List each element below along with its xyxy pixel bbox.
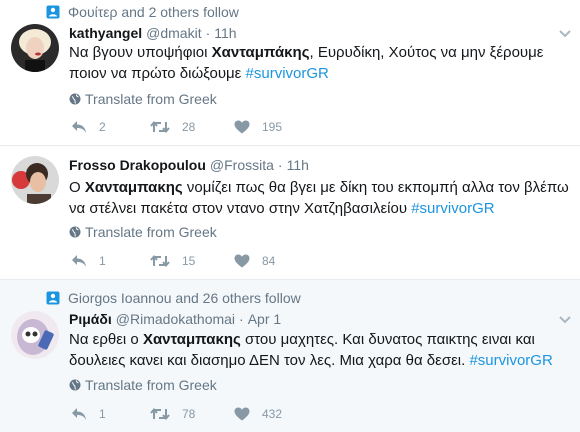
display-name[interactable]: Frosso Drakopoulou [69, 157, 206, 173]
hashtag-link[interactable]: #survivorGR [469, 352, 552, 369]
tweet-text-bold: Χανταμπακης [142, 331, 241, 348]
social-context: Φουίτερ and 2 others follow [46, 3, 239, 21]
reply-button[interactable]: 1 [71, 252, 106, 270]
tweet[interactable]: Giorgos Ioannou and 26 others follow Ριμ… [0, 280, 580, 432]
retweet-count: 15 [182, 254, 196, 268]
reply-count: 2 [99, 120, 106, 134]
reply-button[interactable]: 1 [71, 405, 106, 423]
retweet-icon [150, 254, 170, 268]
reply-icon [72, 408, 86, 420]
like-count: 84 [262, 254, 276, 268]
avatar[interactable] [11, 24, 59, 72]
reply-icon [72, 255, 86, 267]
tweet-text-bold: Χανταμπάκης [211, 44, 310, 61]
translate-label: Translate from Greek [85, 377, 217, 393]
heart-icon [234, 254, 250, 268]
timestamp[interactable]: Apr 1 [248, 311, 281, 327]
social-context: Giorgos Ioannou and 26 others follow [46, 289, 301, 307]
translate-link[interactable]: Translate from Greek [69, 223, 217, 241]
globe-icon [69, 93, 81, 105]
retweet-button[interactable]: 28 [150, 118, 195, 136]
retweet-icon [150, 407, 170, 421]
tweet-header: Frosso Drakopoulou @Frossita · 11h [69, 156, 309, 174]
tweet-header: kathyangel @dmakit · 11h [69, 24, 237, 42]
reply-count: 1 [99, 254, 106, 268]
user-handle[interactable]: @Frossita [210, 157, 274, 173]
hashtag-link[interactable]: #survivorGR [246, 65, 329, 82]
chevron-down-icon[interactable] [558, 29, 572, 39]
hashtag-link[interactable]: #survivorGR [411, 200, 494, 217]
avatar[interactable] [11, 156, 59, 204]
retweet-count: 78 [182, 407, 196, 421]
follow-person-icon [46, 5, 60, 19]
tweet-text-part: Να βγουν υποψήφιοι [69, 44, 212, 61]
avatar[interactable] [11, 311, 59, 359]
tweet-text-part: Ο [69, 179, 85, 196]
chevron-down-icon[interactable] [558, 315, 572, 325]
reply-count: 1 [99, 407, 106, 421]
reply-button[interactable]: 2 [71, 118, 106, 136]
retweet-icon [150, 120, 170, 134]
translate-label: Translate from Greek [85, 91, 217, 107]
tweet-text-part: Να ερθει ο [69, 331, 143, 348]
globe-icon [69, 379, 81, 391]
reply-icon [72, 121, 86, 133]
like-button[interactable]: 195 [234, 118, 282, 136]
user-handle[interactable]: @Rimadokathomai [116, 311, 235, 327]
tweet-text: Ο Χανταμπακης νομίζει πως θα βγει με δίκ… [69, 177, 575, 219]
translate-label: Translate from Greek [85, 224, 217, 240]
like-button[interactable]: 84 [234, 252, 275, 270]
heart-icon [234, 120, 250, 134]
follow-person-icon [46, 291, 60, 305]
tweet-text: Να ερθει ο Χανταμπακης στου μαχητες. Και… [69, 329, 575, 371]
social-context-text[interactable]: Giorgos Ioannou and 26 others follow [68, 290, 301, 306]
tweet[interactable]: Frosso Drakopoulou @Frossita · 11h Ο Χαν… [0, 146, 580, 280]
translate-link[interactable]: Translate from Greek [69, 376, 217, 394]
display-name[interactable]: Ριμάδι [69, 311, 112, 327]
heart-icon [234, 407, 250, 421]
avatar-image [11, 156, 59, 204]
user-handle[interactable]: @dmakit [146, 25, 201, 41]
retweet-button[interactable]: 78 [150, 405, 195, 423]
tweet-text-bold: Χανταμπακης [84, 179, 183, 196]
tweet-text: Να βγουν υποψήφιοι Χανταμπάκης, Ευρυδίκη… [69, 42, 575, 84]
display-name[interactable]: kathyangel [69, 25, 142, 41]
timestamp[interactable]: 11h [214, 25, 236, 41]
social-context-text[interactable]: Φουίτερ and 2 others follow [68, 4, 239, 20]
like-button[interactable]: 432 [234, 405, 282, 423]
tweet[interactable]: Φουίτερ and 2 others follow kathyangel @… [0, 0, 580, 146]
like-count: 432 [262, 407, 283, 421]
like-count: 195 [262, 120, 283, 134]
avatar-image [11, 24, 59, 72]
globe-icon [69, 226, 81, 238]
retweet-count: 28 [182, 120, 196, 134]
separator-dot: · [205, 25, 211, 41]
separator-dot: · [239, 311, 244, 327]
retweet-button[interactable]: 15 [150, 252, 195, 270]
tweet-header: Ριμάδι @Rimadokathomai · Apr 1 [69, 310, 281, 328]
timestamp[interactable]: 11h [287, 157, 309, 173]
separator-dot: · [277, 157, 283, 173]
avatar-image [11, 311, 59, 359]
translate-link[interactable]: Translate from Greek [69, 90, 217, 108]
